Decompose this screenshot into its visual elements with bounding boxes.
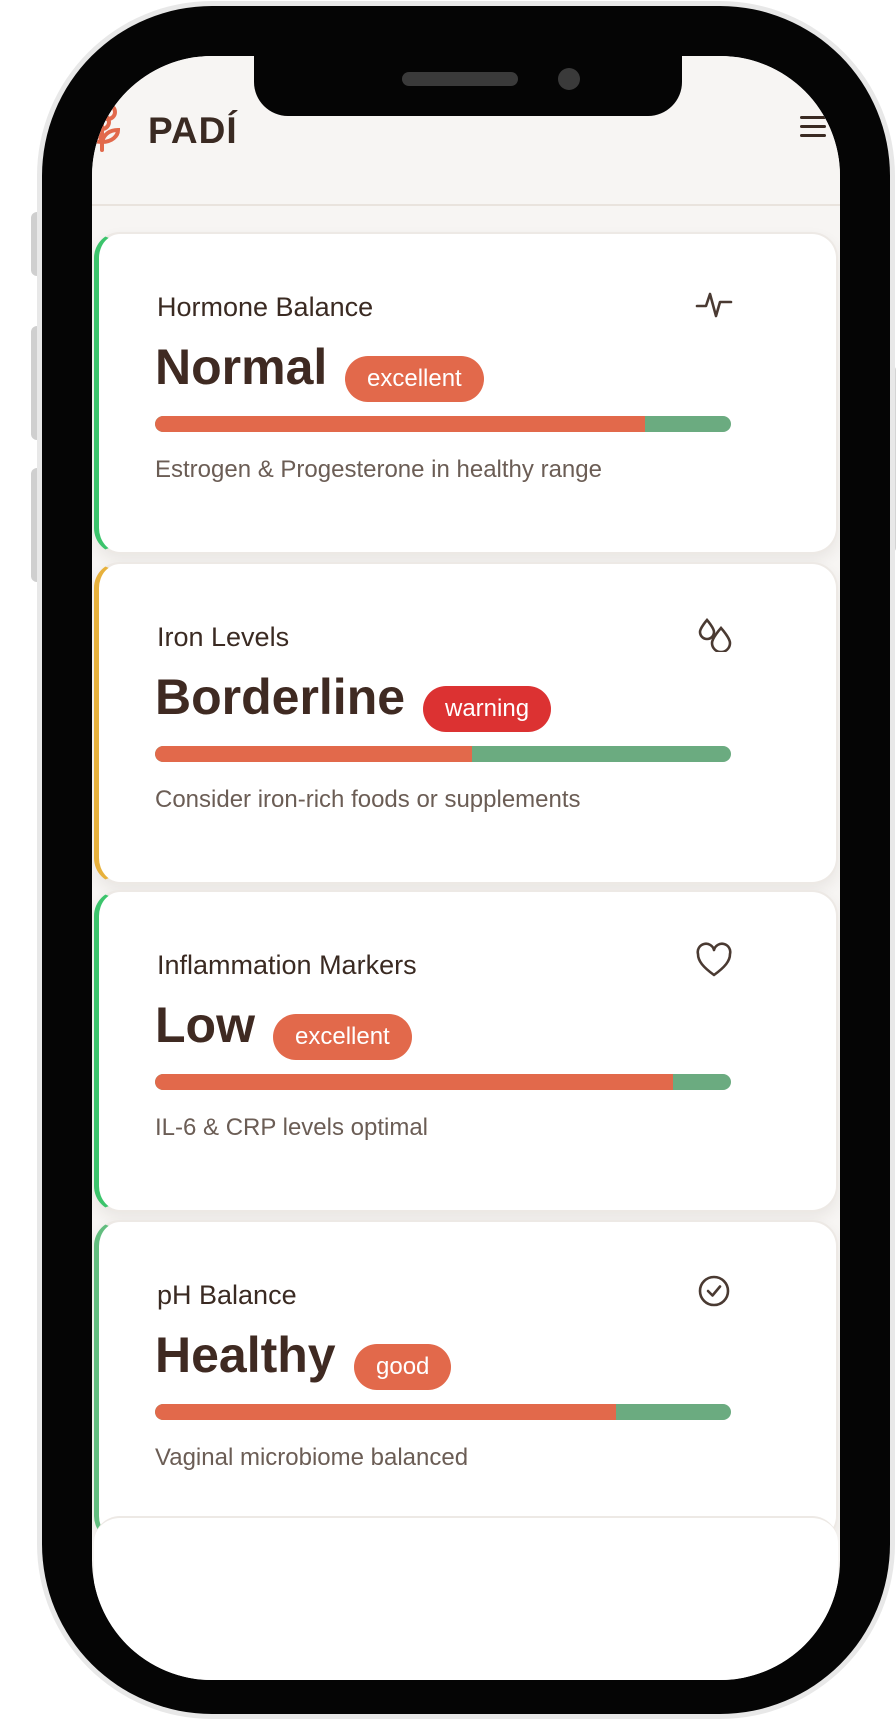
hamburger-menu-icon[interactable] bbox=[798, 112, 828, 142]
metric-title: Inflammation Markers bbox=[157, 950, 417, 980]
metric-card[interactable]: Iron Levels Borderline warning Consider iro… bbox=[94, 562, 838, 884]
partial-card bbox=[94, 1516, 838, 1680]
metric-description: Consider iron-rich foods or supplements bbox=[155, 786, 581, 813]
progress-fill bbox=[155, 746, 472, 762]
metric-card[interactable]: Hormone Balance Normal excellent Estrogen &… bbox=[94, 232, 838, 554]
droplets-icon bbox=[698, 618, 732, 652]
speaker-grille bbox=[402, 72, 518, 86]
metric-card[interactable]: pH Balance Healthy good Vaginal microbiome … bbox=[94, 1220, 838, 1542]
metric-title: pH Balance bbox=[157, 1280, 297, 1310]
progress-fill bbox=[155, 1074, 674, 1090]
notch bbox=[254, 56, 682, 116]
brand-name[interactable]: PADÍ bbox=[148, 110, 238, 152]
progress-bar bbox=[155, 1074, 731, 1090]
metric-description: Estrogen & Progesterone in healthy range bbox=[155, 456, 602, 483]
front-camera bbox=[558, 68, 580, 90]
metric-description: IL-6 & CRP levels optimal bbox=[155, 1114, 428, 1141]
metric-value: Borderline bbox=[155, 669, 406, 725]
status-badge: good bbox=[354, 1344, 452, 1390]
progress-bar bbox=[155, 746, 731, 762]
metric-description: Vaginal microbiome balanced bbox=[155, 1444, 469, 1471]
progress-fill bbox=[155, 1404, 616, 1420]
phone-screen: PADÍ Hormone Balance Normal excellent Estro… bbox=[92, 56, 840, 1680]
metric-value: Low bbox=[155, 997, 255, 1053]
activity-pulse-icon bbox=[695, 292, 733, 318]
progress-bar bbox=[155, 1404, 731, 1420]
metric-title: Hormone Balance bbox=[157, 292, 374, 322]
flower-logo-icon bbox=[92, 103, 121, 152]
metric-title: Iron Levels bbox=[157, 622, 290, 652]
phone-frame: PADÍ Hormone Balance Normal excellent Estro… bbox=[42, 6, 890, 1714]
status-badge: excellent bbox=[273, 1014, 412, 1060]
metric-value: Healthy bbox=[155, 1327, 336, 1383]
progress-fill bbox=[155, 416, 645, 432]
progress-bar bbox=[155, 416, 731, 432]
check-circle-icon bbox=[698, 1275, 730, 1307]
heart-icon bbox=[696, 942, 732, 977]
metric-card[interactable]: Inflammation Markers Low excellent IL-6 & C… bbox=[94, 890, 838, 1212]
status-badge: excellent bbox=[345, 356, 484, 402]
status-badge: warning bbox=[423, 686, 552, 732]
metric-value: Normal bbox=[155, 339, 328, 395]
